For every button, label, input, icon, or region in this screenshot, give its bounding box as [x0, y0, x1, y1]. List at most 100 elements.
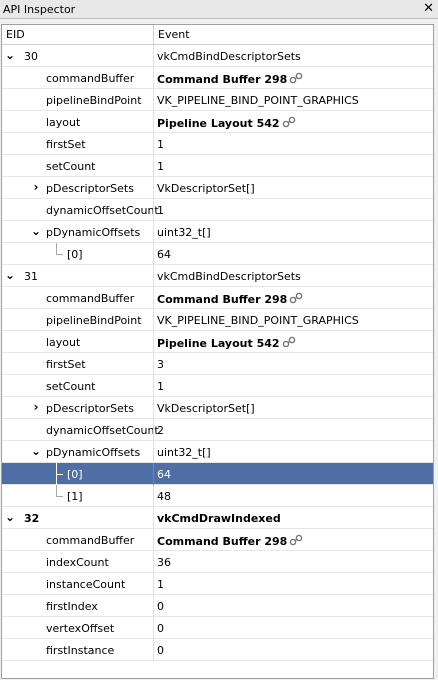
tree-row-call[interactable]: ⌄ 30 vkCmdBindDescriptorSets — [2, 45, 433, 67]
tree-row-call-current[interactable]: ⌄ 32 vkCmdDrawIndexed — [2, 507, 433, 529]
column-divider — [153, 265, 154, 287]
param-name: setCount — [46, 160, 96, 173]
call-eid: 30 — [24, 50, 38, 63]
column-divider — [153, 419, 154, 441]
column-separator[interactable] — [153, 25, 154, 44]
column-header-eid[interactable]: EID — [6, 28, 25, 41]
param-value: 1 — [157, 138, 164, 151]
tree-row-param[interactable]: commandBuffer Command Buffer 298 — [2, 287, 433, 309]
panel-title: API Inspector — [3, 3, 76, 16]
param-name: layout — [46, 336, 81, 349]
param-value-text: Command Buffer 298 — [157, 293, 288, 306]
param-value: 1 — [157, 160, 164, 173]
param-value: VK_PIPELINE_BIND_POINT_GRAPHICS — [157, 94, 359, 107]
param-value: 0 — [157, 622, 164, 635]
tree-row-param[interactable]: firstSet 1 — [2, 133, 433, 155]
chevron-down-icon[interactable]: ⌄ — [30, 444, 42, 458]
tree-row-call[interactable]: ⌄ 31 vkCmdBindDescriptorSets — [2, 265, 433, 287]
tree-row-param[interactable]: firstIndex 0 — [2, 595, 433, 617]
chevron-down-icon[interactable]: ⌄ — [4, 48, 16, 62]
chevron-right-icon[interactable]: › — [30, 400, 42, 414]
param-name: commandBuffer — [46, 72, 135, 85]
chevron-down-icon[interactable]: ⌄ — [4, 268, 16, 282]
param-value: uint32_t[] — [157, 446, 211, 459]
param-value: 36 — [157, 556, 171, 569]
tree-row-param[interactable]: vertexOffset 0 — [2, 617, 433, 639]
link-icon[interactable] — [289, 72, 303, 84]
chevron-right-icon[interactable]: › — [30, 180, 42, 194]
param-name: firstSet — [46, 138, 86, 151]
call-event: vkCmdDrawIndexed — [157, 512, 281, 525]
tree-row-param[interactable]: commandBuffer Command Buffer 298 — [2, 67, 433, 89]
param-name: dynamicOffsetCount — [46, 424, 159, 437]
tree-row-param[interactable]: ⌄ pDynamicOffsets uint32_t[] — [2, 221, 433, 243]
param-name: pDynamicOffsets — [46, 226, 141, 239]
tree-row-param[interactable]: firstInstance 0 — [2, 639, 433, 661]
tree-connector — [56, 474, 63, 475]
tree-row-param[interactable]: instanceCount 1 — [2, 573, 433, 595]
param-name: pipelineBindPoint — [46, 94, 142, 107]
column-divider — [153, 67, 154, 89]
param-value-text: Command Buffer 298 — [157, 535, 288, 548]
tree-row-param[interactable]: indexCount 36 — [2, 551, 433, 573]
link-icon[interactable] — [289, 292, 303, 304]
column-divider — [153, 309, 154, 331]
tree-row-param[interactable]: firstSet 3 — [2, 353, 433, 375]
tree-row-element-selected[interactable]: [0] 64 — [2, 463, 433, 485]
column-divider — [153, 639, 154, 661]
tree-row-param[interactable]: setCount 1 — [2, 155, 433, 177]
tree-row-param[interactable]: dynamicOffsetCount 2 — [2, 419, 433, 441]
column-divider — [153, 441, 154, 463]
param-value-text: Pipeline Layout 542 — [157, 117, 280, 130]
panel-titlebar: API Inspector ✕ — [0, 0, 438, 19]
column-divider — [153, 507, 154, 529]
column-divider — [153, 331, 154, 353]
column-header-event[interactable]: Event — [158, 28, 190, 41]
param-value: Command Buffer 298 — [157, 72, 303, 86]
link-icon[interactable] — [282, 116, 296, 128]
chevron-down-icon[interactable]: ⌄ — [4, 510, 16, 524]
tree-row-param[interactable]: › pDescriptorSets VkDescriptorSet[] — [2, 177, 433, 199]
param-value: uint32_t[] — [157, 226, 211, 239]
chevron-down-icon[interactable]: ⌄ — [30, 224, 42, 238]
tree-row-param[interactable]: layout Pipeline Layout 542 — [2, 111, 433, 133]
tree-row-param[interactable]: pipelineBindPoint VK_PIPELINE_BIND_POINT… — [2, 309, 433, 331]
api-tree[interactable]: EID Event ⌄ 30 vkCmdBindDescriptorSets c… — [1, 24, 434, 679]
column-divider — [153, 111, 154, 133]
column-divider — [153, 133, 154, 155]
column-divider — [153, 529, 154, 551]
column-divider — [153, 199, 154, 221]
tree-row-param[interactable]: pipelineBindPoint VK_PIPELINE_BIND_POINT… — [2, 89, 433, 111]
param-name: dynamicOffsetCount — [46, 204, 159, 217]
tree-connector — [56, 243, 57, 254]
tree-row-element[interactable]: [1] 48 — [2, 485, 433, 507]
tree-row-param[interactable]: › pDescriptorSets VkDescriptorSet[] — [2, 397, 433, 419]
link-icon[interactable] — [282, 336, 296, 348]
param-value: 1 — [157, 204, 164, 217]
param-value: Pipeline Layout 542 — [157, 116, 296, 130]
link-icon[interactable] — [289, 534, 303, 546]
param-name: commandBuffer — [46, 292, 135, 305]
param-name: commandBuffer — [46, 534, 135, 547]
param-name: firstSet — [46, 358, 86, 371]
param-name: indexCount — [46, 556, 109, 569]
param-value: 64 — [157, 248, 171, 261]
column-divider — [153, 595, 154, 617]
tree-row-element[interactable]: [0] 64 — [2, 243, 433, 265]
tree-row-param[interactable]: ⌄ pDynamicOffsets uint32_t[] — [2, 441, 433, 463]
column-divider — [153, 485, 154, 507]
tree-row-param[interactable]: commandBuffer Command Buffer 298 — [2, 529, 433, 551]
tree-row-param[interactable]: dynamicOffsetCount 1 — [2, 199, 433, 221]
param-name: [0] — [67, 468, 83, 481]
param-name: pDynamicOffsets — [46, 446, 141, 459]
param-name: vertexOffset — [46, 622, 115, 635]
column-divider — [153, 221, 154, 243]
param-value: 0 — [157, 644, 164, 657]
param-value: Command Buffer 298 — [157, 534, 303, 548]
close-icon[interactable]: ✕ — [423, 1, 434, 16]
param-name: firstInstance — [46, 644, 115, 657]
tree-row-param[interactable]: layout Pipeline Layout 542 — [2, 331, 433, 353]
param-name: [1] — [67, 490, 83, 503]
tree-connector — [56, 254, 63, 255]
tree-row-param[interactable]: setCount 1 — [2, 375, 433, 397]
